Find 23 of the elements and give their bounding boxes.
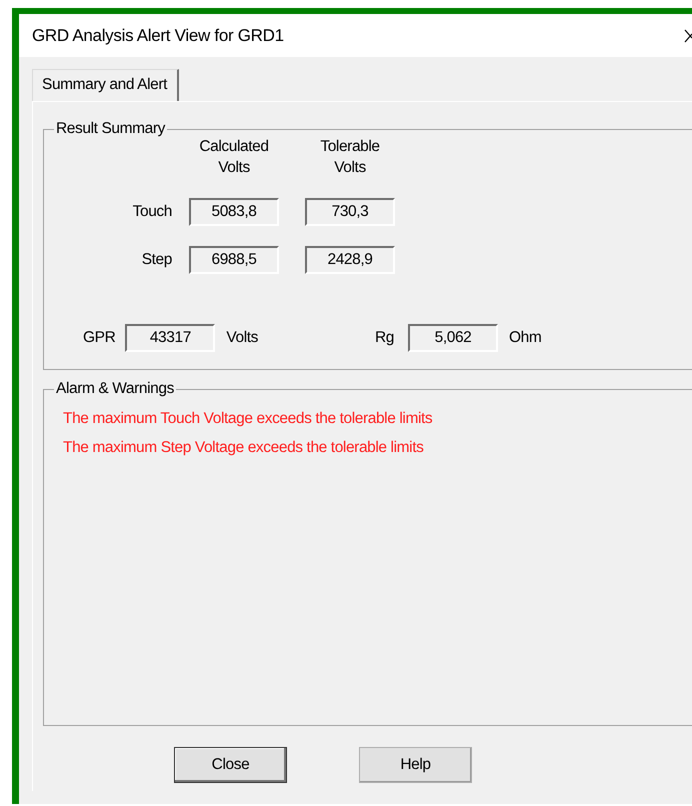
value-field: 2428,9 (305, 246, 395, 274)
unit-label: Ohm (509, 329, 542, 347)
value-field: 5083,8 (189, 198, 279, 226)
close-icon[interactable] (684, 28, 692, 42)
column-header: Tolerable Volts (319, 137, 381, 178)
gpr-field: 43317 (125, 324, 216, 352)
value-field: 6988,5 (189, 246, 279, 274)
tab[interactable]: Summary and Alert (32, 69, 180, 101)
help-button[interactable]: Help (359, 747, 472, 783)
group-title: Alarm & Warnings (55, 380, 175, 398)
row-label: Step (140, 251, 172, 269)
gpr-label: GPR (83, 329, 116, 347)
group-title: Result Summary (55, 120, 166, 138)
rg-label: Rg (375, 329, 394, 347)
row-label: Touch (132, 203, 172, 221)
unit-label: Volts (226, 329, 258, 347)
window-title: GRD Analysis Alert View for GRD1 (32, 26, 284, 46)
close-button[interactable]: Close (174, 747, 287, 783)
rg-field: 5,062 (408, 324, 498, 352)
warning-message: The maximum Step Voltage exceeds the tolerable limits (63, 439, 424, 457)
warning-message: The maximum Touch Voltage exceeds the tolerable limits (63, 410, 434, 428)
column-header: Calculated Volts (198, 137, 270, 178)
value-field: 730,3 (305, 198, 395, 226)
